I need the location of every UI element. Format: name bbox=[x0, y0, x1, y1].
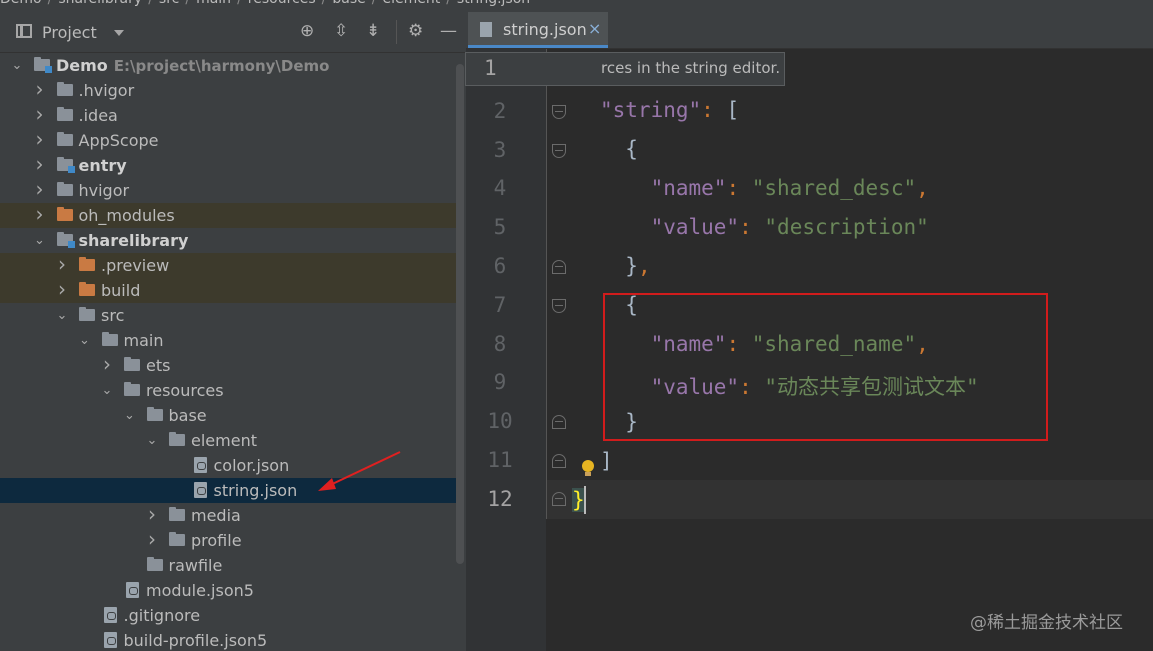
annotation-arrow bbox=[318, 451, 401, 491]
watermark: @稀土掘金技术社区 bbox=[970, 613, 1123, 633]
